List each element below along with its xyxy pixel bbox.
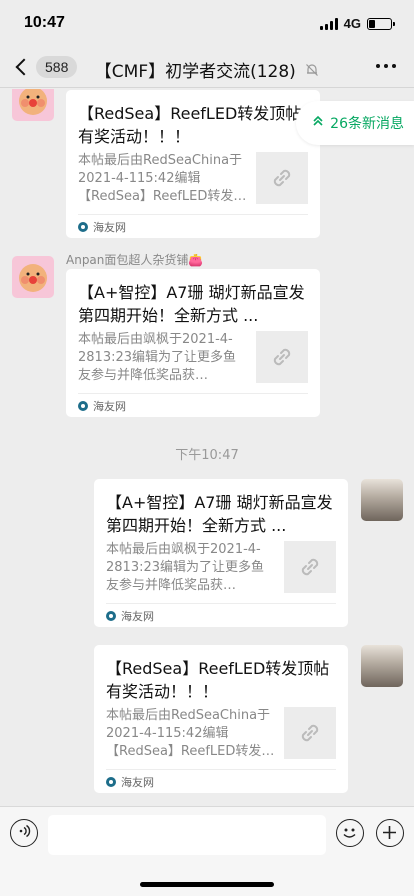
plus-button[interactable]: [376, 819, 404, 847]
chat-title-text: 【CMF】初学者交流(128): [94, 62, 296, 82]
time-divider: 下午10:47: [175, 448, 239, 463]
card-source-name: 海友网: [121, 609, 154, 623]
card-title: 【A+智控】A7珊 瑚灯新品宣发 第四期开始！全新方式 ...: [78, 283, 305, 325]
avatar[interactable]: [12, 89, 54, 121]
card-source: 海友网: [106, 769, 336, 793]
avatar[interactable]: [12, 256, 54, 298]
voice-icon: [16, 823, 32, 843]
card-title: 【A+智控】A7珊 瑚灯新品宣发 第四期开始！全新方式 ...: [106, 493, 333, 535]
card-description: 本帖最后由飒枫于2021-4-2813:23编辑为了让更多鱼友参与并降低奖品获…: [78, 332, 237, 383]
message-input[interactable]: [48, 815, 326, 855]
source-logo-icon: [106, 776, 116, 787]
home-indicator: [140, 882, 274, 887]
emoji-button[interactable]: [336, 819, 364, 847]
status-time: 10:47: [24, 14, 65, 31]
card-source: 海友网: [78, 214, 308, 238]
link-card[interactable]: 【A+智控】A7珊 瑚灯新品宣发 第四期开始！全新方式 ... 本帖最后由飒枫于…: [66, 269, 320, 417]
card-title: 【RedSea】ReefLED转发顶帖有奖活动！！！: [106, 659, 330, 701]
input-bar: [0, 806, 414, 896]
chat-title: 【CMF】初学者交流(128): [0, 57, 414, 82]
status-indicators: 4G: [319, 16, 395, 31]
link-card[interactable]: 【RedSea】ReefLED转发顶帖有奖活动！！！ 本帖最后由RedSeaCh…: [66, 90, 320, 238]
card-description: 本帖最后由飒枫于2021-4-2813:23编辑为了让更多鱼友参与并降低奖品获…: [106, 542, 265, 593]
card-source-name: 海友网: [121, 775, 154, 789]
new-messages-label: 26条新消息: [330, 116, 404, 132]
source-logo-icon: [78, 400, 88, 411]
link-icon: [284, 707, 336, 759]
card-description: 本帖最后由RedSeaChina于2021-4-115:42编辑【RedSea】…: [78, 153, 247, 204]
card-source: 海友网: [106, 603, 336, 627]
sender-name: Anpan面包超人杂货铺👛: [66, 253, 204, 267]
network-type: 4G: [343, 16, 361, 31]
avatar[interactable]: [361, 645, 403, 687]
signal-icon: [319, 17, 338, 30]
link-card[interactable]: 【RedSea】ReefLED转发顶帖有奖活动！！！ 本帖最后由RedSeaCh…: [94, 645, 348, 793]
plus-icon: [377, 826, 402, 849]
double-chevron-up-icon: [312, 115, 324, 131]
emoji-icon: [337, 828, 362, 849]
status-bar: 10:47 4G: [0, 0, 414, 48]
card-description: 本帖最后由RedSeaChina于2021-4-115:42编辑【RedSea】…: [106, 708, 275, 759]
link-card[interactable]: 【A+智控】A7珊 瑚灯新品宣发 第四期开始！全新方式 ... 本帖最后由飒枫于…: [94, 479, 348, 627]
link-icon: [256, 152, 308, 204]
card-title: 【RedSea】ReefLED转发顶帖有奖活动！！！: [78, 104, 302, 146]
link-icon: [256, 331, 308, 383]
card-source-name: 海友网: [93, 220, 126, 234]
nav-bar: 588 【CMF】初学者交流(128): [0, 48, 414, 88]
chat-area[interactable]: 【RedSea】ReefLED转发顶帖有奖活动！！！ 本帖最后由RedSeaCh…: [0, 89, 414, 806]
avatar[interactable]: [361, 479, 403, 521]
battery-icon: [367, 17, 395, 30]
link-icon: [284, 541, 336, 593]
card-source: 海友网: [78, 393, 308, 417]
new-messages-button[interactable]: 26条新消息: [296, 101, 414, 145]
bell-off-icon: [305, 62, 319, 82]
source-logo-icon: [78, 221, 88, 232]
more-button[interactable]: [376, 64, 396, 68]
voice-button[interactable]: [10, 819, 38, 847]
source-logo-icon: [106, 610, 116, 621]
more-dots-icon: [376, 64, 380, 68]
card-source-name: 海友网: [93, 399, 126, 413]
